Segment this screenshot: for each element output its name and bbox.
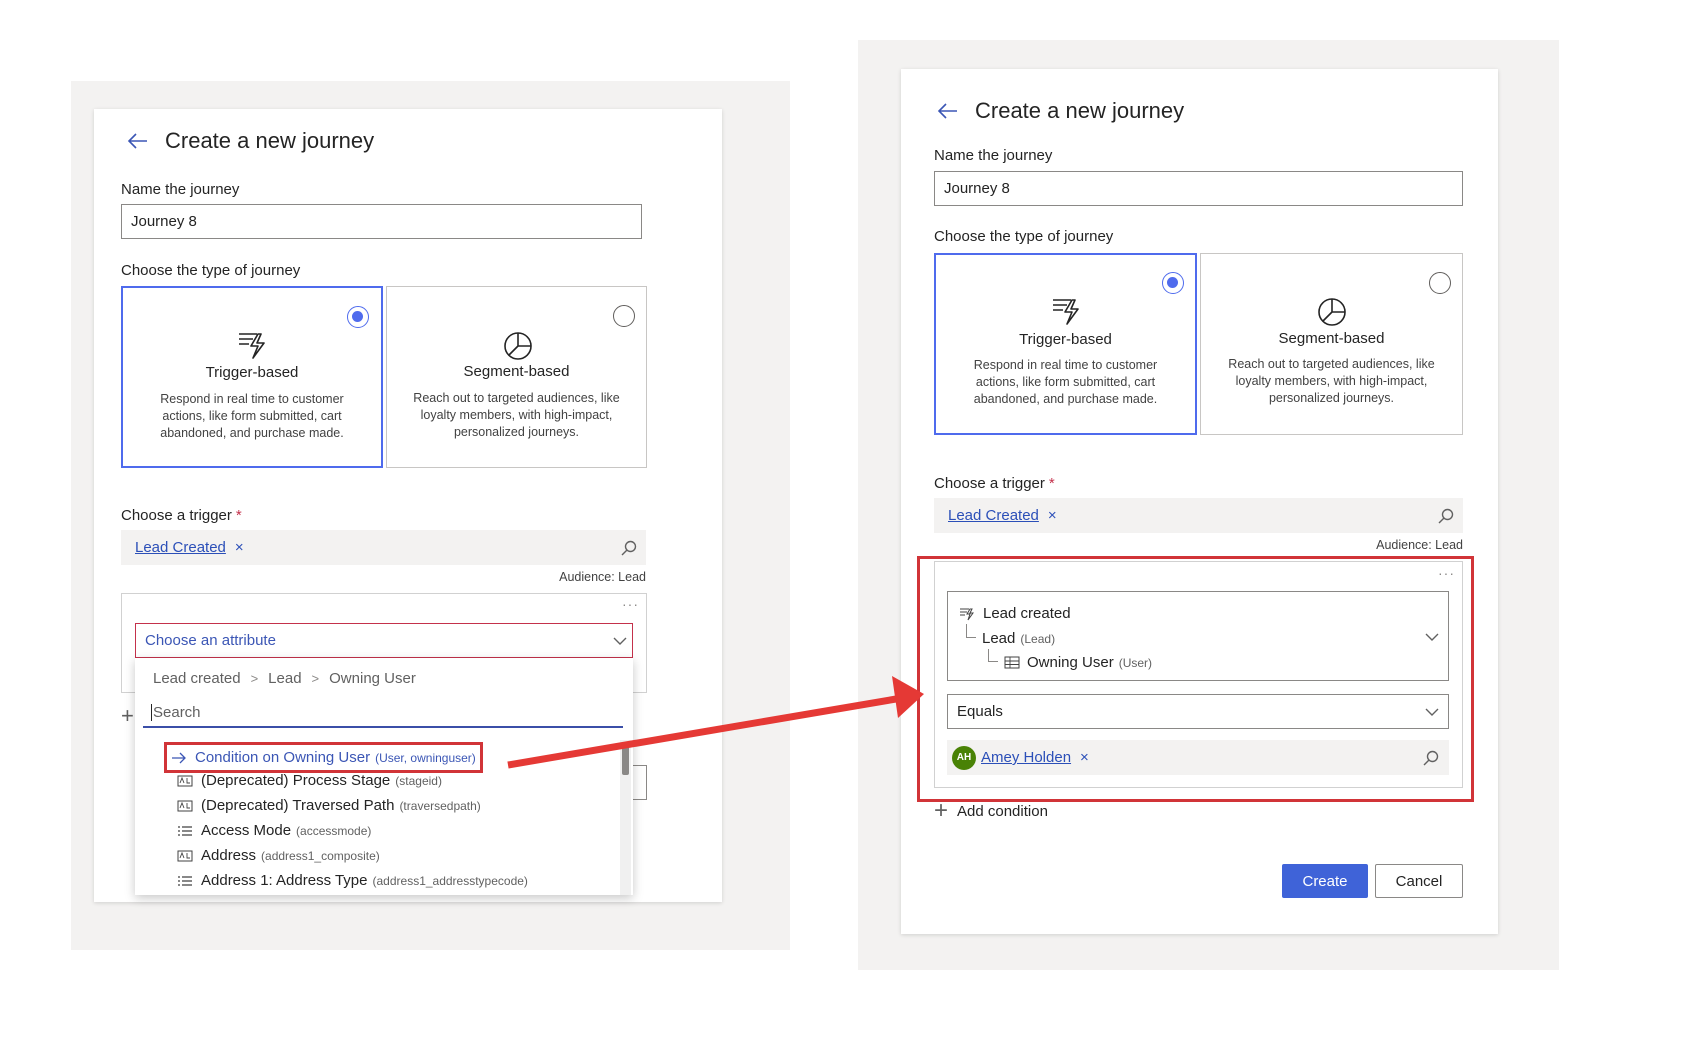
option-item[interactable]: (Deprecated) Traversed Path (traversedpat… <box>177 797 481 814</box>
breadcrumb-sep: > <box>311 671 320 686</box>
breadcrumb-sep: > <box>250 671 259 686</box>
segment-pie-icon <box>1318 298 1346 326</box>
option-item[interactable]: Address 1: Address Type (address1_address… <box>177 872 528 889</box>
page-title: Create a new journey <box>165 128 375 153</box>
create-button[interactable]: Create <box>1282 864 1368 898</box>
audience-label: Audience: Lead <box>559 570 646 584</box>
trigger-based-title: Trigger-based <box>205 364 299 381</box>
required-mark: * <box>1048 475 1055 492</box>
segment-based-radio[interactable] <box>1429 272 1451 294</box>
journey-name-input[interactable]: Journey 8 <box>121 204 642 239</box>
highlight-frame <box>917 556 1474 802</box>
text-field-icon <box>177 850 193 861</box>
option-sub: (traversedpath) <box>399 798 481 813</box>
text-field-icon <box>177 775 193 786</box>
search-icon[interactable] <box>620 539 638 557</box>
segment-based-title: Segment-based <box>1278 330 1385 347</box>
chevron-down-icon <box>613 637 627 645</box>
option-label: (Deprecated) Traversed Path <box>201 797 395 814</box>
add-condition-label: Add condition <box>957 802 1048 820</box>
remove-trigger-icon[interactable]: × <box>235 539 244 556</box>
left-header: Create a new journey <box>127 128 374 154</box>
remove-trigger-icon[interactable]: × <box>1048 507 1057 524</box>
plus-icon: + <box>934 797 949 824</box>
dropdown-scrollbar[interactable] <box>620 740 631 895</box>
trigger-based-radio[interactable] <box>1162 272 1184 294</box>
option-sub: (stageid) <box>395 773 442 788</box>
option-condition-on-owning-user[interactable]: Condition on Owning User (User, owninguse… <box>164 742 483 773</box>
trigger-icon <box>1053 299 1079 325</box>
option-label: Condition on Owning User <box>195 749 371 766</box>
screenshot-composite: Create a new journey Name the journey Jo… <box>0 0 1701 1042</box>
required-mark: * <box>235 507 242 524</box>
trigger-based-card[interactable]: Trigger-based Respond in real time to cu… <box>121 286 383 468</box>
option-item[interactable]: (Deprecated) Process Stage (stageid) <box>177 772 442 789</box>
search-placeholder: Search <box>153 703 201 721</box>
breadcrumb-item[interactable]: Owning User <box>329 670 416 687</box>
segment-based-radio[interactable] <box>613 305 635 327</box>
trigger-picker[interactable]: Lead Created × <box>121 530 646 565</box>
segment-based-card[interactable]: Segment-based Reach out to targeted audi… <box>386 286 647 468</box>
option-sub: (address1_composite) <box>261 848 380 863</box>
name-label: Name the journey <box>121 181 240 198</box>
attribute-select[interactable]: Choose an attribute <box>135 623 633 658</box>
audience-label: Audience: Lead <box>1376 538 1463 552</box>
trigger-based-desc: Respond in real time to customer actions… <box>973 358 1158 406</box>
scrollbar-thumb[interactable] <box>622 743 629 775</box>
trigger-tag[interactable]: Lead Created <box>948 507 1039 524</box>
list-icon <box>178 825 192 836</box>
arrow-right-icon <box>172 752 186 763</box>
trigger-based-title: Trigger-based <box>1019 331 1112 348</box>
text-field-icon <box>177 800 193 811</box>
trigger-based-radio[interactable] <box>347 306 369 328</box>
list-icon <box>178 875 192 886</box>
trigger-label: Choose a trigger * <box>934 475 1055 492</box>
option-label: (Deprecated) Process Stage <box>201 772 391 789</box>
trigger-label-text: Choose a trigger <box>121 507 232 524</box>
breadcrumb-item[interactable]: Lead created <box>153 670 241 687</box>
option-sub: (address1_addresstypecode) <box>372 873 528 888</box>
trigger-label-text: Choose a trigger <box>934 475 1045 492</box>
breadcrumb: Lead created > Lead > Owning User <box>153 670 416 687</box>
trigger-tag[interactable]: Lead Created <box>135 539 226 556</box>
trigger-picker[interactable]: Lead Created × <box>934 498 1463 533</box>
option-sub: (accessmode) <box>296 823 372 838</box>
option-label: Address <box>201 847 257 864</box>
trigger-label: Choose a trigger * <box>121 507 242 524</box>
journey-name-input[interactable]: Journey 8 <box>934 171 1463 206</box>
trigger-based-card[interactable]: Trigger-based Respond in real time to cu… <box>934 253 1197 435</box>
option-label: Access Mode <box>201 822 292 839</box>
option-item[interactable]: Address (address1_composite) <box>177 847 380 864</box>
add-condition-plus-icon[interactable]: + <box>121 703 134 729</box>
cancel-button[interactable]: Cancel <box>1375 864 1463 898</box>
breadcrumb-item[interactable]: Lead <box>268 670 301 687</box>
attribute-dropdown: Lead created > Lead > Owning User Search… <box>135 658 633 895</box>
segment-based-title: Segment-based <box>463 363 570 380</box>
option-sub: (User, owninguser) <box>375 750 476 765</box>
attribute-search-input[interactable]: Search <box>143 698 623 728</box>
option-item[interactable]: Access Mode (accessmode) <box>177 822 371 839</box>
segment-based-card[interactable]: Segment-based Reach out to targeted audi… <box>1200 253 1463 435</box>
trigger-based-desc: Respond in real time to customer actions… <box>160 392 344 440</box>
page-title: Create a new journey <box>975 98 1185 123</box>
add-condition-button[interactable]: + Add condition <box>934 799 1048 823</box>
back-arrow-icon[interactable] <box>127 130 149 152</box>
type-label: Choose the type of journey <box>121 262 301 279</box>
segment-pie-icon <box>504 332 532 360</box>
search-icon[interactable] <box>1437 507 1455 525</box>
segment-based-desc: Reach out to targeted audiences, like lo… <box>1228 357 1435 405</box>
back-arrow-icon[interactable] <box>937 100 959 122</box>
name-label: Name the journey <box>934 147 1053 164</box>
text-caret <box>151 703 152 721</box>
right-header: Create a new journey <box>937 98 1184 124</box>
attribute-placeholder: Choose an attribute <box>145 632 276 649</box>
trigger-icon <box>239 333 265 359</box>
option-label: Address 1: Address Type <box>201 872 368 889</box>
more-options-icon[interactable]: ··· <box>622 596 639 612</box>
segment-based-desc: Reach out to targeted audiences, like lo… <box>413 391 620 439</box>
type-label: Choose the type of journey <box>934 228 1114 245</box>
